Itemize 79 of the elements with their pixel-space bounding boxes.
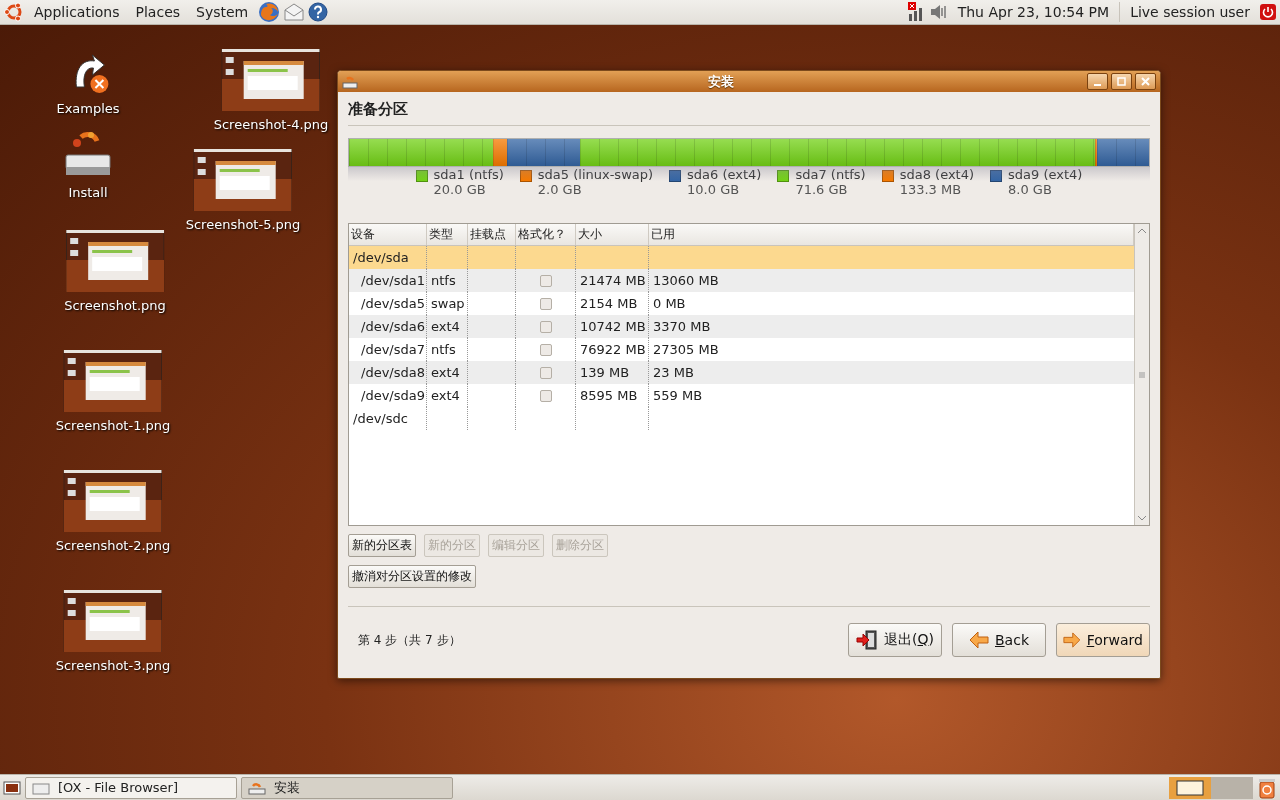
column-header[interactable]: 挂载点	[468, 224, 516, 245]
partition-size: 8.0 GB	[1008, 182, 1053, 197]
desktop-icon-label[interactable]: Screenshot-2.png	[55, 538, 171, 553]
show-desktop-icon[interactable]	[3, 778, 21, 797]
panel-menu[interactable]: Places	[129, 4, 187, 20]
panel-menu[interactable]: System	[190, 4, 255, 20]
desktop-icon-label[interactable]: Screenshot-3.png	[55, 658, 171, 673]
close-button[interactable]	[1135, 73, 1156, 90]
forward-button[interactable]: Forward	[1056, 623, 1150, 657]
column-header[interactable]: 大小	[576, 224, 649, 245]
back-button[interactable]: Back	[952, 623, 1046, 657]
scroll-down-icon[interactable]	[1137, 513, 1147, 523]
desktop-icon-label[interactable]: Screenshot-1.png	[55, 418, 171, 433]
column-header[interactable]: 设备	[349, 224, 427, 245]
format-checkbox[interactable]	[539, 366, 552, 379]
format-checkbox[interactable]	[539, 297, 552, 310]
partition-button[interactable]: 新的分区表	[348, 534, 416, 557]
clock[interactable]: Thu Apr 23, 10:54 PM	[951, 4, 1116, 20]
installer-icon	[342, 74, 358, 89]
window-title: 安装	[707, 72, 735, 91]
page-heading: 准备分区	[348, 98, 1150, 126]
format-checkbox[interactable]	[539, 274, 552, 287]
partition-size: 10.0 GB	[687, 182, 741, 197]
table-cell-text: 3370 MB	[652, 318, 712, 336]
grip-icon	[1137, 369, 1147, 380]
partition-name: sda1 (ntfs)	[433, 167, 504, 182]
column-header[interactable]: 类型	[427, 224, 468, 245]
table-cell: /dev/sdc	[349, 407, 427, 430]
table-cell-text: 13060 MB	[652, 272, 720, 290]
quit-button[interactable]: 退出(Q)	[848, 623, 942, 657]
format-checkbox[interactable]	[539, 320, 552, 333]
minimize-icon	[1094, 83, 1101, 86]
table-cell-text: 559 MB	[652, 387, 704, 405]
partition-name: sda8 (ext4)	[899, 167, 975, 182]
volume-icon[interactable]	[929, 4, 948, 20]
table-row[interactable]: /dev/sda8 ext4 139 MB 23 MB	[349, 361, 1134, 384]
partition-name: sda6 (ext4)	[687, 167, 762, 182]
desktop-icon-label[interactable]: Screenshot.png	[64, 298, 166, 313]
format-checkbox[interactable]	[539, 389, 552, 402]
scroll-up-icon[interactable]	[1137, 226, 1147, 236]
desktop-icon-label[interactable]: Install	[68, 185, 108, 200]
partition-name: sda9 (ext4)	[1008, 167, 1083, 182]
arrow-left-icon	[969, 631, 989, 649]
partition-name: sda5 (linux-swap)	[537, 167, 654, 182]
ubuntu-logo-icon[interactable]	[4, 2, 24, 22]
arrow-right-icon	[1063, 631, 1081, 649]
workspace-switcher[interactable]	[1169, 776, 1253, 799]
close-icon	[1141, 77, 1150, 86]
revert-button[interactable]: 撤消对分区设置的修改	[348, 565, 476, 588]
table-cell-text: 23 MB	[652, 364, 695, 382]
session-user[interactable]: Live session user	[1124, 4, 1256, 20]
partition-size: 71.6 GB	[795, 182, 849, 197]
step-indicator: 第 4 步（共 7 步）	[357, 631, 462, 649]
partition-size: 2.0 GB	[537, 182, 583, 197]
partition-size: 133.3 MB	[899, 182, 963, 197]
power-icon[interactable]	[1260, 4, 1276, 20]
column-header[interactable]: 格式化？	[516, 224, 576, 245]
taskbar-button[interactable]: [OX - File Browser]	[25, 776, 237, 799]
help-icon[interactable]	[308, 2, 329, 22]
desktop-icon-label[interactable]: Examples	[56, 101, 120, 116]
table-row[interactable]: /dev/sda6 ext4 10742 MB 3370 MB	[349, 315, 1134, 338]
partition-size: 20.0 GB	[433, 182, 487, 197]
format-checkbox[interactable]	[539, 343, 552, 356]
table-cell-text: 0 MB	[652, 295, 687, 313]
table-row[interactable]: /dev/sda	[349, 246, 1134, 269]
table-cell-text: 27305 MB	[652, 341, 720, 359]
desktop-icon-label[interactable]: Screenshot-4.png	[213, 117, 329, 132]
taskbar-button[interactable]: 安装	[241, 776, 453, 799]
desktop-icon-label[interactable]: Screenshot-5.png	[185, 217, 301, 232]
scrollbar[interactable]	[1134, 224, 1149, 525]
firefox-icon[interactable]	[258, 1, 281, 23]
maximize-icon	[1117, 77, 1126, 86]
panel-menu[interactable]: Applications	[28, 4, 126, 20]
table-row[interactable]: /dev/sda1 ntfs 21474 MB 13060 MB	[349, 269, 1134, 292]
partition-name: sda7 (ntfs)	[795, 167, 866, 182]
maximize-button[interactable]	[1111, 73, 1132, 90]
minimize-button[interactable]	[1087, 73, 1108, 90]
trash-icon[interactable]	[1257, 776, 1277, 799]
exit-door-icon	[856, 630, 878, 650]
